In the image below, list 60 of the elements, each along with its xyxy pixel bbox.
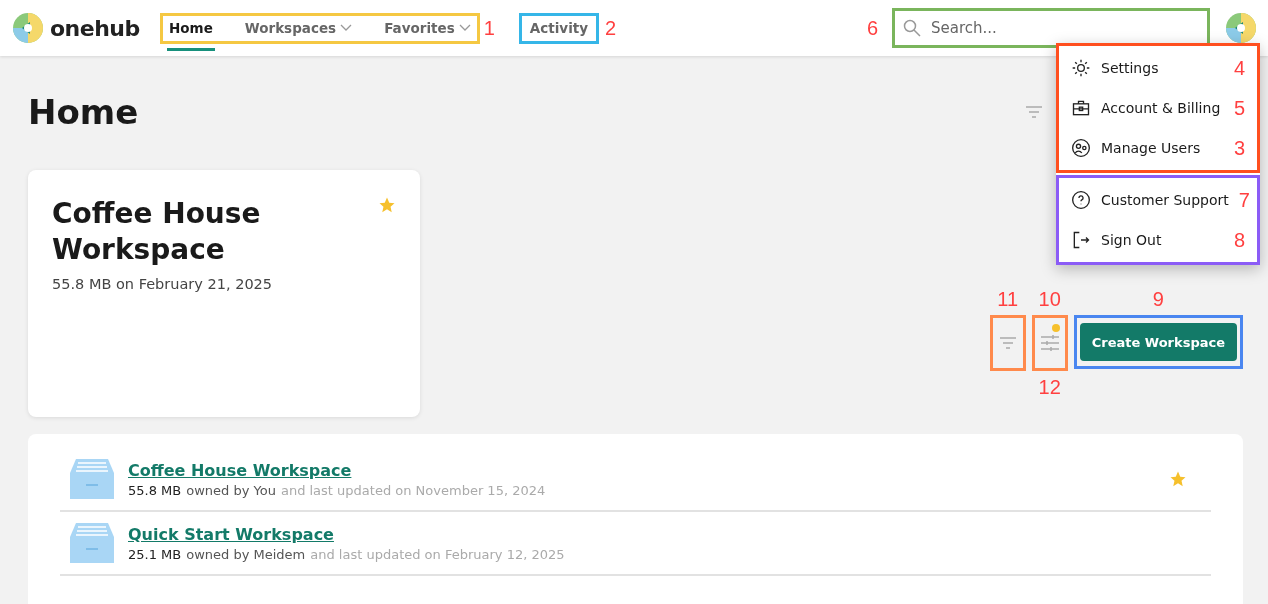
callout-number: 6: [866, 18, 878, 38]
drawer-icon: [70, 459, 114, 499]
drawer-icon: [70, 523, 114, 563]
menu-item-label: Settings: [1101, 60, 1160, 76]
callout-number: 1: [483, 18, 495, 38]
callout-number: 11: [997, 289, 1019, 309]
page-title: Home: [28, 92, 139, 132]
nav-tab[interactable]: Workspaces: [242, 20, 355, 36]
menu-item-label: Customer Support: [1101, 192, 1229, 208]
menu-item[interactable]: Account & Billing 5: [1059, 88, 1257, 128]
menu-item-label: Manage Users: [1101, 140, 1202, 156]
search-icon: [903, 19, 921, 37]
workspace-row[interactable]: Coffee House Workspace 55.8 MB owned by You and last updated on November 15, 2024: [60, 448, 1211, 512]
filter-icon[interactable]: [1025, 106, 1043, 118]
active-tab-underline: [167, 48, 215, 51]
menu-item-label: Account & Billing: [1101, 100, 1222, 116]
nav-tab[interactable]: Favorites: [382, 20, 473, 36]
star-icon[interactable]: [1169, 470, 1187, 488]
user-avatar[interactable]: [1226, 13, 1256, 43]
callout-number: 4: [1233, 58, 1245, 78]
callout-number: 3: [1233, 138, 1245, 158]
briefcase-icon: [1071, 98, 1091, 118]
star-icon[interactable]: [378, 196, 396, 214]
workspace-updated: and last updated on February 12, 2025: [310, 546, 565, 562]
callout-number: 10: [1038, 289, 1061, 309]
menu-item[interactable]: Sign Out 8: [1059, 220, 1257, 260]
menu-item[interactable]: Manage Users 3: [1059, 128, 1257, 168]
create-workspace-button[interactable]: Create Workspace: [1079, 323, 1237, 361]
sliders-icon: [1039, 334, 1060, 352]
workspace-link[interactable]: Coffee House Workspace: [128, 460, 352, 480]
callout-number: 9: [1152, 289, 1164, 309]
workspace-row[interactable]: Quick Start Workspace 25.1 MB owned by Meidem and last updated on February 12, 2025: [60, 512, 1211, 576]
workspace-link[interactable]: Quick Start Workspace: [128, 524, 334, 544]
card-subtitle: 55.8 MB on February 21, 2025: [52, 276, 274, 292]
menu-item[interactable]: Customer Support 7: [1059, 180, 1257, 220]
workspace-updated: and last updated on November 15, 2024: [280, 482, 546, 498]
settings-icon: [1071, 58, 1091, 78]
card-title: Coffee House Workspace: [52, 196, 262, 268]
callout-number: 8: [1233, 230, 1245, 250]
workspace-size: 55.8 MB: [128, 482, 182, 498]
search-input[interactable]: Search...: [929, 18, 1189, 38]
menu-item[interactable]: Settings 4: [1059, 48, 1257, 88]
menu-item-label: Sign Out: [1101, 232, 1163, 248]
workspace-owner: owned by Meidem: [186, 546, 306, 562]
help-icon: [1071, 190, 1091, 210]
callout-number: 5: [1233, 98, 1245, 118]
logo-wordmark: onehub: [50, 15, 140, 41]
workspace-card[interactable]: Coffee House Workspace 55.8 MB on February 21, 2025: [28, 170, 420, 417]
sign-out-icon: [1071, 230, 1091, 250]
logo-icon: [1225, 12, 1257, 44]
callout-number: 12: [1038, 377, 1061, 397]
logo-icon: [12, 12, 44, 44]
users-icon: [1071, 138, 1091, 158]
nav-tab[interactable]: Home: [167, 20, 215, 36]
sort-icon[interactable]: [998, 337, 1017, 349]
callout-number: 2: [605, 18, 617, 38]
callout-number: 7: [1238, 190, 1250, 210]
nav-tab[interactable]: Activity: [527, 20, 590, 36]
workspace-owner: owned by You: [186, 482, 276, 498]
workspace-size: 25.1 MB: [128, 546, 182, 562]
